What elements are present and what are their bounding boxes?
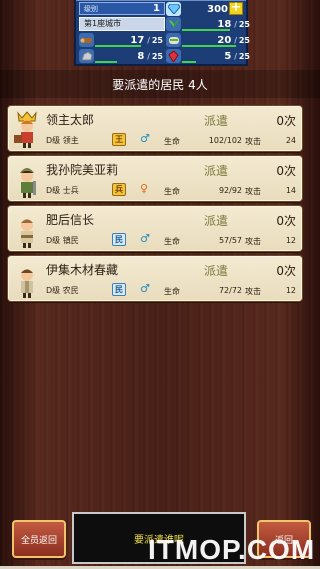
resident-rank: D级 士兵 — [46, 186, 79, 195]
resident-card[interactable]: 我孙院美亚莉 D级 士兵 兵 ♀ 生命 92/92 攻击 14 派遣 0次 — [7, 155, 303, 202]
dispatch-button[interactable]: 派遣 — [204, 112, 228, 129]
hp-label: 生命 — [164, 187, 180, 196]
resource-max: 25 — [151, 51, 163, 61]
dispatch-count: 0次 — [276, 114, 296, 128]
dispatch-button[interactable]: 派遣 — [204, 212, 228, 229]
city-name: 第1座城市 — [79, 17, 165, 31]
resource-value: 18 — [217, 18, 232, 30]
attack-value: 12 — [285, 236, 296, 245]
status-panel: 级别 1 第1座城市 300 + 17 / 25 18 / 25 20 / 25 — [74, 0, 250, 66]
resource-gem: 5 / 25 — [166, 49, 250, 63]
resource-bar — [182, 61, 196, 63]
dispatch-count: 0次 — [276, 164, 296, 178]
resident-name: 我孙院美亚莉 — [46, 163, 119, 177]
hp-value: 57/57 — [218, 236, 242, 245]
class-badge-icon: 民 — [112, 233, 126, 246]
female-icon: ♀ — [140, 182, 149, 195]
class-badge-icon: 王 — [112, 133, 126, 146]
gem-counter: 300 — [166, 2, 230, 16]
townsman-portrait-icon — [12, 211, 42, 249]
resource-max: 25 — [238, 35, 250, 45]
resident-card[interactable]: 肥后信长 D级 镇民 民 ♂ 生命 57/57 攻击 12 派遣 0次 — [7, 205, 303, 252]
attack-label: 攻击 — [245, 137, 261, 146]
dispatch-header: 要派遣的居民 4人 — [0, 70, 320, 98]
resource-bar — [182, 45, 236, 47]
resource-food: 20 / 25 — [166, 33, 250, 47]
watermark: ITMOP.COM — [148, 534, 316, 565]
add-gems-button[interactable]: + — [229, 1, 243, 15]
resource-value: 20 — [217, 34, 232, 46]
soldier-portrait-icon — [12, 161, 42, 199]
herb-icon — [166, 17, 181, 31]
hp-label: 生命 — [164, 137, 180, 146]
dispatch-count: 0次 — [276, 264, 296, 278]
gem-value: 300 — [207, 3, 228, 15]
diamond-icon — [166, 2, 181, 16]
level-label: 级别 — [84, 4, 98, 13]
resource-max: 25 — [151, 35, 163, 45]
attack-value: 12 — [285, 286, 296, 295]
hp-label: 生命 — [164, 237, 180, 246]
ruby-icon — [166, 49, 181, 63]
dispatch-button[interactable]: 派遣 — [204, 262, 228, 279]
resource-value: 5 — [224, 50, 232, 62]
resource-bar — [182, 29, 230, 31]
class-badge-icon: 民 — [112, 283, 126, 296]
resource-value: 17 — [130, 34, 145, 46]
male-icon: ♂ — [140, 232, 150, 245]
attack-label: 攻击 — [245, 287, 261, 296]
resident-rank: D级 镇民 — [46, 236, 79, 245]
resource-max: 25 — [238, 19, 250, 29]
resource-max: 25 — [238, 51, 250, 61]
male-icon: ♂ — [140, 132, 150, 145]
male-icon: ♂ — [140, 282, 150, 295]
hp-label: 生命 — [164, 287, 180, 296]
resource-value: 8 — [137, 50, 145, 62]
lord-portrait-icon — [12, 111, 42, 149]
ore-icon — [79, 49, 94, 63]
attack-value: 14 — [285, 186, 296, 195]
hp-value: 92/92 — [218, 186, 242, 195]
resource-ore: 8 / 25 — [79, 49, 163, 63]
level-box: 级别 1 — [79, 2, 165, 15]
resource-bar — [95, 45, 141, 47]
hp-value: 72/72 — [218, 286, 242, 295]
food-icon — [166, 33, 181, 47]
resource-herb: 18 / 25 — [166, 17, 250, 31]
resident-name: 伊集木材春藏 — [46, 263, 119, 277]
resident-rank: D级 领主 — [46, 136, 79, 145]
resident-card[interactable]: 领主太郎 D级 领主 王 ♂ 生命 102/102 攻击 24 派遣 0次 — [7, 105, 303, 152]
dispatch-count: 0次 — [276, 214, 296, 228]
resource-wood: 17 / 25 — [79, 33, 163, 47]
class-badge-icon: 兵 — [112, 183, 126, 196]
resident-card[interactable]: 伊集木材春藏 D级 农民 民 ♂ 生命 72/72 攻击 12 派遣 0次 — [7, 255, 303, 302]
resident-name: 领主太郎 — [46, 113, 95, 127]
hp-value: 102/102 — [208, 136, 242, 145]
dispatch-button[interactable]: 派遣 — [204, 162, 228, 179]
attack-label: 攻击 — [245, 237, 261, 246]
resident-rank: D级 农民 — [46, 286, 79, 295]
all-return-button[interactable]: 全员返回 — [12, 520, 66, 558]
wood-icon — [79, 33, 94, 47]
level-value: 1 — [153, 3, 160, 14]
attack-label: 攻击 — [245, 187, 261, 196]
attack-value: 24 — [285, 136, 296, 145]
resident-name: 肥后信长 — [46, 213, 95, 227]
resource-bar — [95, 61, 117, 63]
farmer-portrait-icon — [12, 261, 42, 299]
